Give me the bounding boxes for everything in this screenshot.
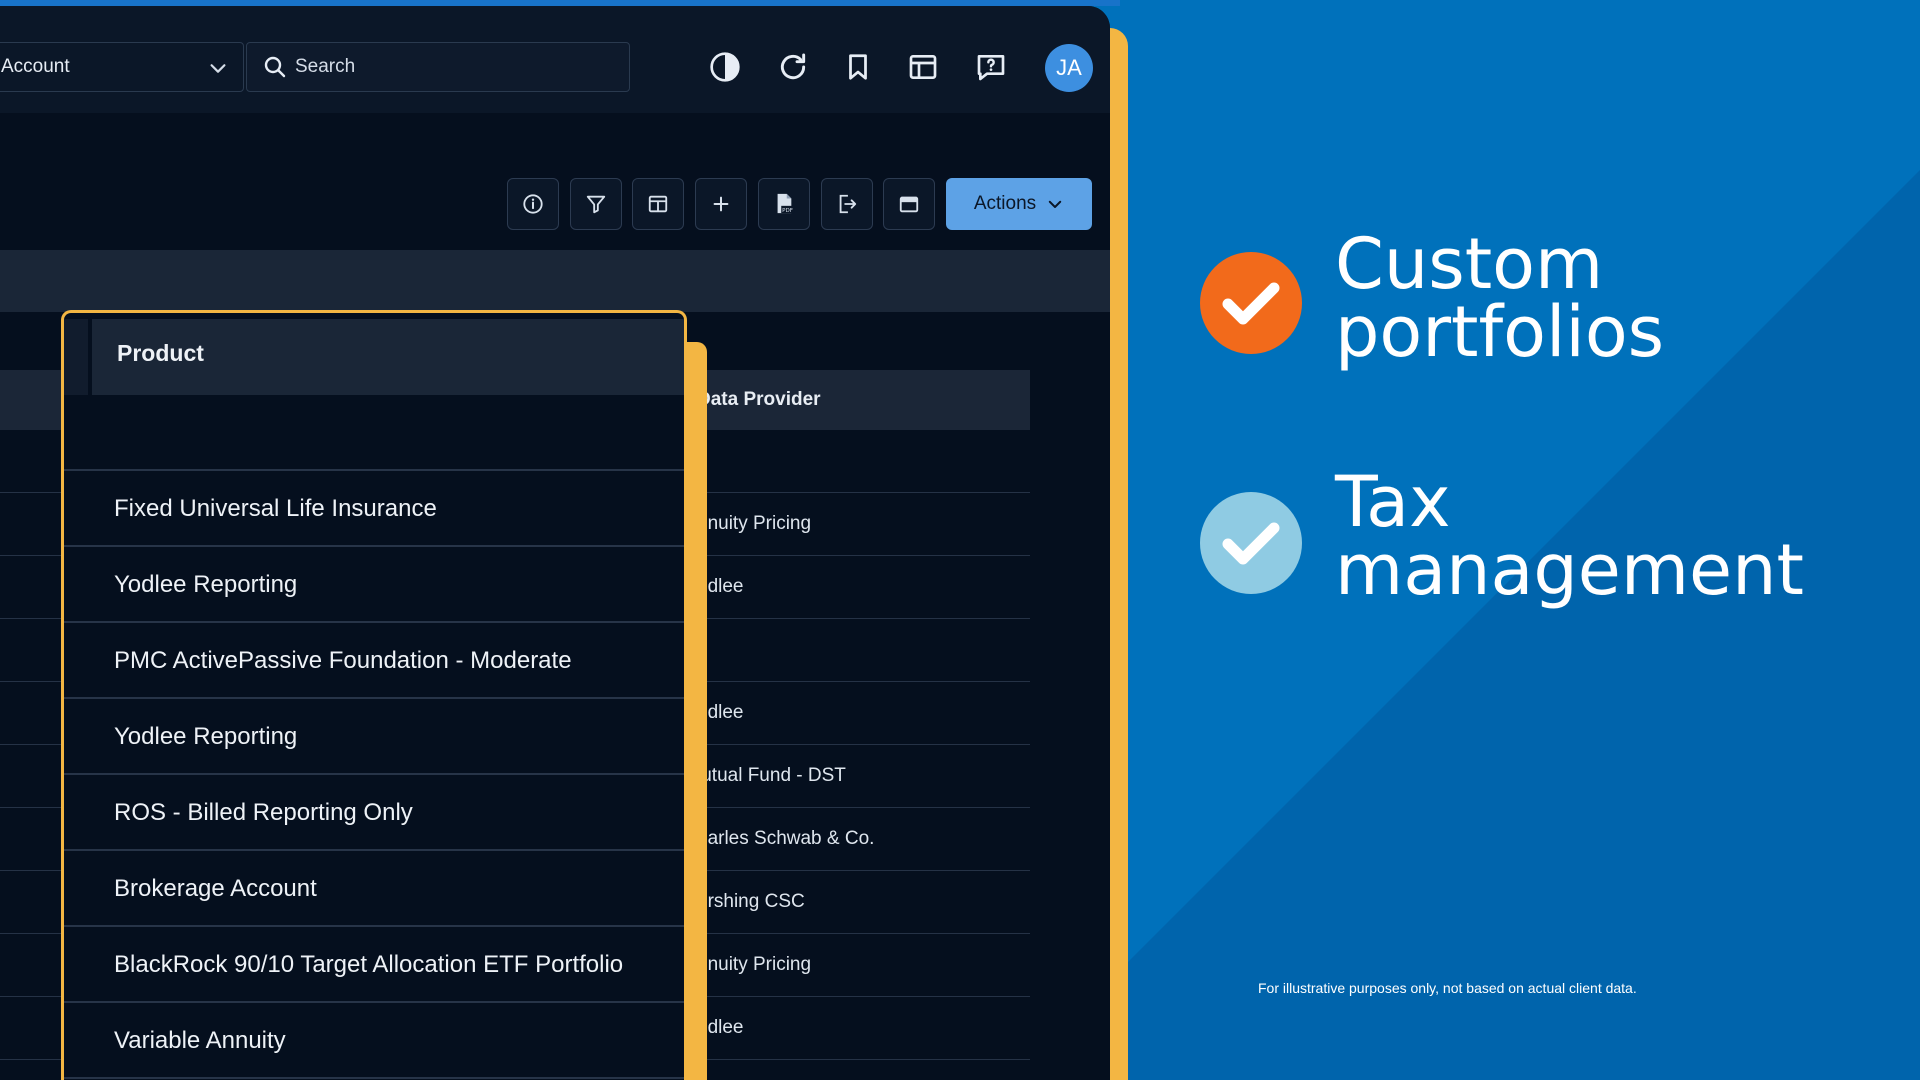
avatar-initials: JA xyxy=(1056,55,1082,80)
list-item[interactable]: BlackRock 90/10 Target Allocation ETF Po… xyxy=(64,927,684,1003)
plus-icon xyxy=(713,196,729,212)
search-icon xyxy=(264,56,286,78)
list-item[interactable]: ROS - Billed Reporting Only xyxy=(64,775,684,851)
product-column-drag-panel[interactable]: Product Fixed Universal Life Insurance Y… xyxy=(61,310,687,1080)
feature-tax-management: Tax management xyxy=(1335,461,1804,611)
bookmark-icon[interactable] xyxy=(841,50,875,84)
info-icon xyxy=(523,194,543,214)
check-icon xyxy=(1200,252,1302,354)
app-window: Account Search JA PDF Actions Data Provi… xyxy=(0,6,1110,1080)
column-header-data-provider[interactable]: Data Provider xyxy=(697,389,821,411)
top-bar: Account Search JA xyxy=(0,6,1110,113)
chevron-down-icon xyxy=(210,64,226,73)
check-icon xyxy=(1200,492,1302,594)
filter-icon xyxy=(586,195,606,214)
add-button[interactable] xyxy=(695,178,747,230)
product-cell: Yodlee Reporting xyxy=(114,571,298,598)
table-cell: lutual Fund - DST xyxy=(697,765,846,786)
contrast-icon[interactable] xyxy=(708,50,742,84)
feature-line: management xyxy=(1335,529,1804,611)
disclaimer-text: For illustrative purposes only, not base… xyxy=(1258,980,1637,996)
calendar-icon xyxy=(899,196,919,213)
feature-custom-portfolios: Custom portfolios xyxy=(1335,223,1665,373)
table-cell: nnuity Pricing xyxy=(697,513,812,534)
svg-text:PDF: PDF xyxy=(782,208,793,214)
product-cell: Yodlee Reporting xyxy=(114,723,298,750)
columns-icon xyxy=(648,195,668,213)
help-chat-icon[interactable] xyxy=(974,50,1008,84)
column-header-product-label: Product xyxy=(117,340,204,366)
search-placeholder: Search xyxy=(295,56,356,77)
columns-button[interactable] xyxy=(632,178,684,230)
table-cell: nnuity Pricing xyxy=(697,954,812,975)
refresh-icon[interactable] xyxy=(776,50,810,84)
filter-button[interactable] xyxy=(570,178,622,230)
search-input[interactable]: Search xyxy=(246,42,630,92)
avatar[interactable]: JA xyxy=(1045,44,1093,92)
pdf-icon: PDF xyxy=(777,193,795,214)
list-item[interactable]: Variable Annuity xyxy=(64,1003,684,1079)
feature-line: portfolios xyxy=(1335,291,1665,373)
list-item[interactable]: Yodlee Reporting xyxy=(64,699,684,775)
chevron-down-icon xyxy=(1048,200,1062,208)
column-grip[interactable] xyxy=(64,319,88,395)
product-cell: Fixed Universal Life Insurance xyxy=(114,495,437,522)
product-cell: BlackRock 90/10 Target Allocation ETF Po… xyxy=(114,951,624,978)
info-button[interactable] xyxy=(507,178,559,230)
filter-strip xyxy=(0,250,1110,312)
product-cell: Variable Annuity xyxy=(114,1027,286,1054)
feature-line: Tax xyxy=(1335,461,1451,543)
account-select[interactable]: Account xyxy=(0,42,244,92)
product-cell: Brokerage Account xyxy=(114,875,317,902)
list-item[interactable]: Yodlee Reporting xyxy=(64,547,684,623)
account-select-label: Account xyxy=(1,56,70,77)
list-item[interactable]: PMC ActivePassive Foundation - Moderate xyxy=(64,623,684,699)
pdf-export-button[interactable]: PDF xyxy=(758,178,810,230)
list-item[interactable] xyxy=(64,395,684,471)
actions-button-label: Actions xyxy=(973,193,1037,214)
list-item[interactable]: Fixed Universal Life Insurance xyxy=(64,471,684,547)
export-button[interactable] xyxy=(821,178,873,230)
table-cell: ershing CSC xyxy=(697,891,805,912)
product-cell: PMC ActivePassive Foundation - Moderate xyxy=(114,647,572,674)
table-cell: harles Schwab & Co. xyxy=(697,828,875,849)
product-cell: ROS - Billed Reporting Only xyxy=(114,799,413,826)
actions-button[interactable]: Actions xyxy=(946,178,1092,230)
calendar-button[interactable] xyxy=(883,178,935,230)
feature-line: Custom xyxy=(1335,223,1604,305)
layout-icon[interactable] xyxy=(906,50,940,84)
list-item[interactable]: Brokerage Account xyxy=(64,851,684,927)
export-icon xyxy=(839,194,857,214)
